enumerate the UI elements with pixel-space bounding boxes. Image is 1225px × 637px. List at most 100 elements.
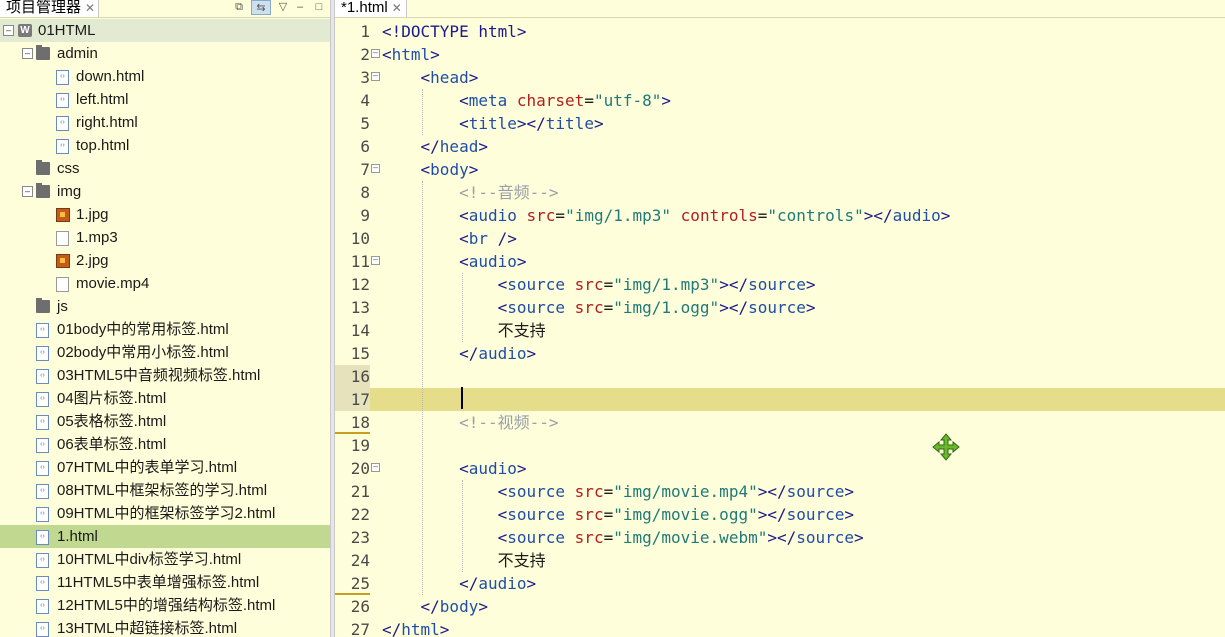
code-token: < xyxy=(459,459,469,478)
collapse-icon[interactable]: – xyxy=(22,48,33,59)
tree-item[interactable]: 1.mp3 xyxy=(0,226,330,249)
tree-item-project[interactable]: – W 01HTML xyxy=(0,19,330,42)
tree-item[interactable]: ‹› down.html xyxy=(0,65,330,88)
fold-toggle-icon[interactable]: – xyxy=(371,256,380,265)
tree-item[interactable]: movie.mp4 xyxy=(0,272,330,295)
code-token: > xyxy=(430,45,440,64)
tree-item[interactable]: ‹› top.html xyxy=(0,134,330,157)
fold-toggle-icon[interactable]: – xyxy=(371,49,380,58)
code-line[interactable]: 27 </html> xyxy=(335,618,1225,637)
code-line[interactable]: 24 不支持 xyxy=(335,549,1225,572)
fold-toggle-icon[interactable]: – xyxy=(371,164,380,173)
collapse-icon[interactable]: – xyxy=(22,186,33,197)
code-token: br xyxy=(468,229,488,248)
tree-item[interactable]: ‹› 09HTML中的框架标签学习2.html xyxy=(0,502,330,525)
code-line[interactable]: 1 <!DOCTYPE html> xyxy=(335,20,1225,43)
collapse-all-icon[interactable]: ⧉ xyxy=(232,0,246,15)
code-token: > xyxy=(526,574,537,593)
tree-item[interactable]: ‹› 07HTML中的表单学习.html xyxy=(0,456,330,479)
tree-item[interactable]: ‹› 01body中的常用标签.html xyxy=(0,318,330,341)
code-line[interactable]: 17 xyxy=(335,388,1225,411)
code-line[interactable]: 25 </audio> xyxy=(335,572,1225,595)
tab-project-explorer[interactable]: 项目管理器 ✕ xyxy=(0,0,100,17)
tree-item[interactable]: css xyxy=(0,157,330,180)
code-text: <source src="img/movie.webm"></source> xyxy=(382,526,864,549)
line-number: 14 xyxy=(350,321,370,340)
tree-item[interactable]: – img xyxy=(0,180,330,203)
link-editor-icon[interactable]: ⇆ xyxy=(251,0,271,15)
close-icon[interactable]: ✕ xyxy=(392,0,402,16)
tree-item[interactable]: ‹› 11HTML5中表单增强标签.html xyxy=(0,571,330,594)
tree-item[interactable]: ‹› right.html xyxy=(0,111,330,134)
code-token: source xyxy=(786,505,845,524)
html-file-icon: ‹› xyxy=(56,93,69,108)
code-line[interactable]: 3– <head> xyxy=(335,66,1225,89)
minimize-icon[interactable]: – xyxy=(294,0,306,15)
code-token: < xyxy=(459,252,469,271)
tree-item[interactable]: js xyxy=(0,295,330,318)
code-line[interactable]: 20– <audio> xyxy=(335,457,1225,480)
code-token: source xyxy=(507,482,566,501)
line-number: 15 xyxy=(350,344,370,363)
tree-item[interactable]: 1.jpg xyxy=(0,203,330,226)
tree-item[interactable]: – admin xyxy=(0,42,330,65)
html-file-icon: ‹› xyxy=(36,599,49,614)
code-editor[interactable]: *1.html ✕ 1 <!DOCTYPE html> 2– <html> 3– <hea… xyxy=(335,0,1225,637)
code-line[interactable]: 14 不支持 xyxy=(335,319,1225,342)
tree-item[interactable]: 2.jpg xyxy=(0,249,330,272)
code-token: = xyxy=(757,206,768,225)
line-number: 26 xyxy=(350,597,370,616)
tree-item[interactable]: ‹› 12HTML5中的增强结构标签.html xyxy=(0,594,330,617)
code-line[interactable]: 23 <source src="img/movie.webm"></source… xyxy=(335,526,1225,549)
code-line[interactable]: 2– <html> xyxy=(335,43,1225,66)
code-text: <title></title> xyxy=(382,112,604,135)
view-menu-icon[interactable]: ▽ xyxy=(277,0,289,15)
fold-toggle-icon[interactable]: – xyxy=(371,72,380,81)
code-line[interactable]: 8 <!--音频--> xyxy=(335,181,1225,204)
code-token: = xyxy=(603,298,614,317)
tree-item[interactable]: ‹› 13HTML中超链接标签.html xyxy=(0,617,330,637)
code-line[interactable]: 21 <source src="img/movie.mp4"></source> xyxy=(335,480,1225,503)
code-line[interactable]: 6 </head> xyxy=(335,135,1225,158)
code-line[interactable]: 15 </audio> xyxy=(335,342,1225,365)
tree-item[interactable]: ‹› 08HTML中框架标签的学习.html xyxy=(0,479,330,502)
tree-item[interactable]: ‹› 06表单标签.html xyxy=(0,433,330,456)
code-line[interactable]: 16 xyxy=(335,365,1225,388)
code-token: > xyxy=(805,298,816,317)
code-line[interactable]: 5 <title></title> xyxy=(335,112,1225,135)
tab-1-html[interactable]: *1.html ✕ xyxy=(335,0,407,17)
code-token: < xyxy=(459,206,469,225)
code-line[interactable]: 19 xyxy=(335,434,1225,457)
html-file-icon: ‹› xyxy=(36,392,49,407)
code-line[interactable]: 12 <source src="img/1.mp3"></source> xyxy=(335,273,1225,296)
tree-item[interactable]: ‹› 1.html xyxy=(0,525,330,548)
image-file-icon xyxy=(56,208,70,222)
code-line[interactable]: 9 <audio src="img/1.mp3" controls="contr… xyxy=(335,204,1225,227)
code-line[interactable]: 7– <body> xyxy=(335,158,1225,181)
code-line[interactable]: 18 <!--视频--> xyxy=(335,411,1225,434)
collapse-icon[interactable]: – xyxy=(3,25,14,36)
tree-item[interactable]: ‹› 03HTML5中音频视频标签.html xyxy=(0,364,330,387)
code-line[interactable]: 13 <source src="img/1.ogg"></source> xyxy=(335,296,1225,319)
tree-item[interactable]: ‹› left.html xyxy=(0,88,330,111)
tree-item[interactable]: ‹› 10HTML中div标签学习.html xyxy=(0,548,330,571)
code-line[interactable]: 4 <meta charset="utf-8"> xyxy=(335,89,1225,112)
code-line[interactable]: 22 <source src="img/movie.ogg"></source> xyxy=(335,503,1225,526)
tree-item[interactable]: ‹› 05表格标签.html xyxy=(0,410,330,433)
code-line[interactable]: 10 <br /> xyxy=(335,227,1225,250)
maximize-icon[interactable]: □ xyxy=(313,0,325,15)
tree-item[interactable]: ‹› 02body中常用小标签.html xyxy=(0,341,330,364)
code-line[interactable]: 11– <audio> xyxy=(335,250,1225,273)
code-token: src xyxy=(574,505,604,524)
close-icon[interactable]: ✕ xyxy=(85,0,95,16)
tree-item[interactable]: ‹› 04图片标签.html xyxy=(0,387,330,410)
fold-toggle-icon[interactable]: – xyxy=(371,463,380,472)
code-line[interactable]: 26 </body> xyxy=(335,595,1225,618)
